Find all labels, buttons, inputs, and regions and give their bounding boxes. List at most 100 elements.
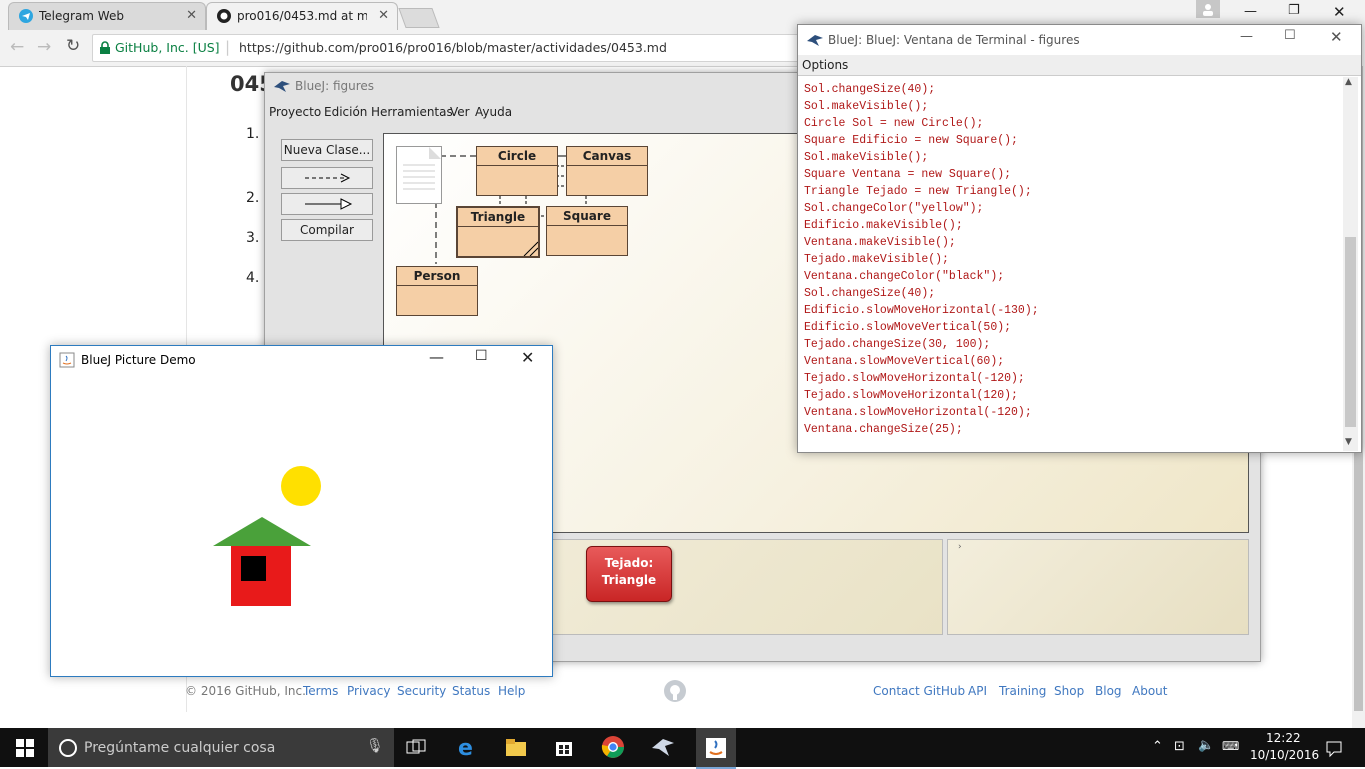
scrollbar-thumb[interactable] xyxy=(1345,237,1356,427)
terminal-line: Sol.makeVisible(); xyxy=(804,151,929,164)
footer-link-shop[interactable]: Shop xyxy=(1054,684,1084,698)
footer-link-blog[interactable]: Blog xyxy=(1095,684,1122,698)
microphone-icon[interactable]: 🎙 xyxy=(366,738,384,754)
window-minimize-icon[interactable]: — xyxy=(1244,4,1257,19)
terminal-line: Tejado.makeVisible(); xyxy=(804,253,949,266)
edge-browser-icon[interactable]: e xyxy=(455,734,481,760)
footer-link-training[interactable]: Training xyxy=(999,684,1046,698)
menu-options[interactable]: Options xyxy=(802,58,848,72)
tab-close-icon[interactable]: ✕ xyxy=(378,8,389,23)
chevron-up-icon[interactable]: ⌃ xyxy=(1152,739,1163,754)
footer-link-about[interactable]: About xyxy=(1132,684,1167,698)
compile-button[interactable]: Compilar xyxy=(281,219,373,241)
input-language-icon[interactable]: ⌨ xyxy=(1222,739,1239,753)
bluej-bird-icon xyxy=(274,81,290,92)
window-title: BlueJ Picture Demo xyxy=(81,353,196,367)
terminal-menu-bar: Options xyxy=(798,55,1361,76)
windows-taskbar: Pregúntame cualquier cosa 🎙 e ⌃ ⊡ 🔈 ⌨ 12… xyxy=(0,728,1365,769)
store-icon[interactable] xyxy=(551,734,577,760)
inherits-arrow-button[interactable] xyxy=(281,193,373,215)
window-title: BlueJ: figures xyxy=(295,79,375,93)
security-label: GitHub, Inc. [US] xyxy=(115,40,220,55)
footer-link-api[interactable]: API xyxy=(968,684,987,698)
terminal-line: Edificio.slowMoveVertical(50); xyxy=(804,321,1012,334)
footer-link-privacy[interactable]: Privacy xyxy=(347,684,390,698)
window-close-icon[interactable]: ✕ xyxy=(521,348,534,367)
address-bar[interactable]: GitHub, Inc. [US] | https://github.com/p… xyxy=(92,34,800,62)
readme-note-icon[interactable] xyxy=(396,146,442,204)
clock-time[interactable]: 12:22 xyxy=(1266,731,1301,745)
window-close-icon[interactable]: ✕ xyxy=(1333,3,1346,21)
telegram-icon xyxy=(19,9,33,23)
file-explorer-icon[interactable] xyxy=(503,734,529,760)
window-close-icon[interactable]: ✕ xyxy=(1330,28,1343,46)
profile-icon[interactable] xyxy=(1196,0,1220,18)
terminal-line: Ventana.makeVisible(); xyxy=(804,236,956,249)
chrome-icon[interactable] xyxy=(600,734,626,760)
forward-icon[interactable]: → xyxy=(37,37,51,57)
class-canvas[interactable]: Canvas xyxy=(566,146,648,196)
terminal-line: Ventana.changeSize(25); xyxy=(804,423,963,436)
url-text[interactable]: https://github.com/pro016/pro016/blob/ma… xyxy=(239,40,667,55)
class-circle[interactable]: Circle xyxy=(476,146,558,196)
footer-link-security[interactable]: Security xyxy=(397,684,446,698)
bluej-bird-icon xyxy=(807,35,823,46)
list-number: 3. xyxy=(246,230,260,246)
new-tab-button[interactable] xyxy=(398,8,440,28)
reload-icon[interactable]: ↻ xyxy=(66,36,80,56)
action-center-icon[interactable] xyxy=(1324,738,1344,758)
uses-arrow-button[interactable] xyxy=(281,167,373,189)
sun-circle xyxy=(281,466,321,506)
window-maximize-icon[interactable]: ☐ xyxy=(475,348,488,364)
window-restore-icon[interactable]: ❐ xyxy=(1288,3,1300,18)
footer-link-contact[interactable]: Contact GitHub xyxy=(873,684,965,698)
terminal-scrollbar[interactable]: ▲ ▼ xyxy=(1343,77,1358,451)
list-number: 4. xyxy=(246,270,260,286)
window-maximize-icon[interactable]: ☐ xyxy=(1284,28,1296,43)
terminal-output[interactable]: Sol.changeSize(40); Sol.makeVisible(); Cir… xyxy=(804,81,1340,449)
terminal-line: Circle Sol = new Circle(); xyxy=(804,117,984,130)
class-name: Canvas xyxy=(567,147,647,166)
menu-proyecto[interactable]: Proyecto xyxy=(269,105,321,119)
footer-link-status[interactable]: Status xyxy=(452,684,490,698)
menu-ayuda[interactable]: Ayuda xyxy=(475,105,512,119)
bluej-taskbar-icon[interactable] xyxy=(650,734,676,760)
terminal-line: Sol.changeColor("yellow"); xyxy=(804,202,984,215)
divider: | xyxy=(225,38,231,56)
class-square[interactable]: Square xyxy=(546,206,628,256)
java-taskbar-item[interactable] xyxy=(696,728,736,769)
menu-edicion[interactable]: Edición xyxy=(324,105,367,119)
volume-icon[interactable]: 🔈 xyxy=(1198,738,1214,753)
class-name: Triangle xyxy=(458,208,538,227)
class-triangle[interactable]: Triangle xyxy=(456,206,540,258)
codepad-area[interactable]: › xyxy=(947,539,1249,635)
scroll-up-icon[interactable]: ▲ xyxy=(1345,77,1352,87)
solid-arrow-icon xyxy=(305,198,353,210)
tab-close-icon[interactable]: ✕ xyxy=(186,8,197,23)
tab-telegram[interactable]: Telegram Web ✕ xyxy=(8,2,206,31)
window-minimize-icon[interactable]: — xyxy=(1240,29,1253,44)
class-person[interactable]: Person xyxy=(396,266,478,316)
window-minimize-icon[interactable]: — xyxy=(429,348,444,366)
github-logo-icon[interactable] xyxy=(663,679,687,703)
tab-label: pro016/0453.md at mast xyxy=(237,9,367,23)
back-icon[interactable]: ← xyxy=(10,37,24,57)
menu-ver[interactable]: Ver xyxy=(450,105,470,119)
java-icon xyxy=(706,738,726,758)
footer-link-terms[interactable]: Terms xyxy=(303,684,338,698)
tab-github[interactable]: pro016/0453.md at mast ✕ xyxy=(206,2,398,31)
new-class-button[interactable]: Nueva Clase... xyxy=(281,139,373,161)
scroll-down-icon[interactable]: ▼ xyxy=(1345,437,1352,447)
windows-start-icon[interactable] xyxy=(12,734,38,760)
network-icon[interactable]: ⊡ xyxy=(1174,739,1185,754)
clock-date[interactable]: 10/10/2016 xyxy=(1250,748,1319,762)
task-view-icon[interactable] xyxy=(403,734,429,760)
tab-label: Telegram Web xyxy=(39,9,124,23)
footer-link-help[interactable]: Help xyxy=(498,684,525,698)
object-instance-tejado[interactable]: Tejado: Triangle xyxy=(586,546,672,602)
terminal-line: Edificio.slowMoveHorizontal(-130); xyxy=(804,304,1039,317)
lock-icon xyxy=(100,41,110,54)
menu-herramientas[interactable]: Herramientas xyxy=(371,105,453,119)
codepad-prompt-icon: › xyxy=(958,542,962,552)
cortana-search-box[interactable]: Pregúntame cualquier cosa 🎙 xyxy=(48,728,394,767)
